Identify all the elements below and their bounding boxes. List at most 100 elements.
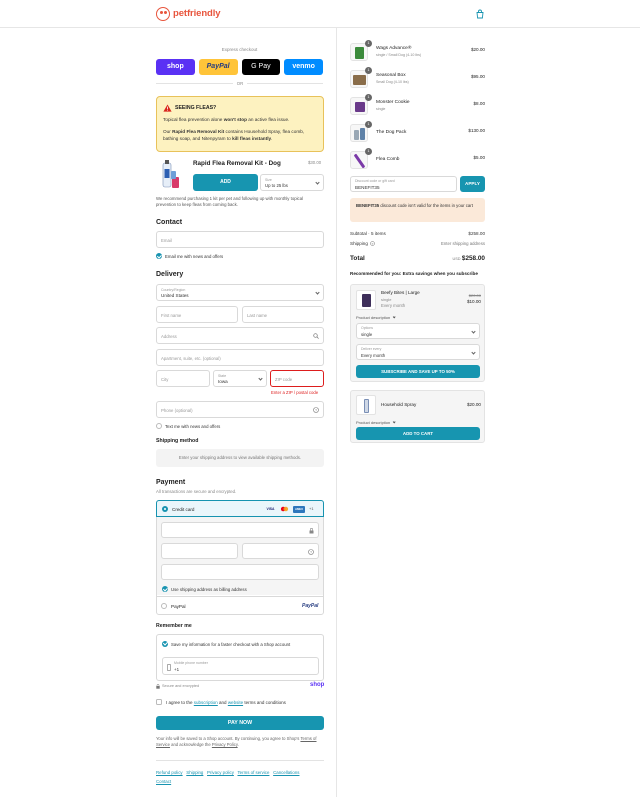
size-select[interactable]: Size Up to 25 lbs	[260, 174, 324, 191]
apply-discount-button[interactable]: APPLY	[460, 176, 485, 192]
radio-selected[interactable]	[162, 506, 168, 512]
brand-logo[interactable]: petfriendly	[156, 7, 221, 21]
discount-code-field[interactable]: Discount code or gift card BENEFIT35	[350, 176, 457, 192]
item-name: Seasonal Box	[376, 73, 406, 78]
venmo-button[interactable]: venmo	[284, 59, 323, 75]
terms-of-service-link[interactable]: Terms of service	[237, 770, 269, 775]
product-description-toggle[interactable]: Product description	[356, 420, 397, 425]
shop-privacy-link[interactable]: Privacy Policy	[212, 742, 238, 747]
rec-product-image	[356, 395, 376, 415]
terms-checkbox[interactable]	[156, 699, 162, 705]
total-value: USD $258.00	[452, 255, 485, 262]
subscribe-and-save-button[interactable]: SUBSCRIBE AND SAVE UP TO 50%	[356, 365, 480, 378]
remember-box: Save my information for a faster checkou…	[156, 634, 324, 681]
paw-logo-icon	[156, 7, 170, 21]
item-variant: single / Small Dog (4-10 lbs)	[376, 53, 422, 57]
email-news-checkbox[interactable]	[156, 253, 162, 259]
text-news-checkbox[interactable]	[156, 423, 162, 429]
item-name: Flea Comb	[376, 157, 400, 162]
address-field[interactable]: Address	[156, 327, 324, 344]
add-to-cart-button[interactable]: ADD TO CART	[356, 427, 480, 440]
product-description-toggle[interactable]: Product description	[356, 315, 397, 320]
website-terms-link[interactable]: website	[228, 700, 243, 705]
google-pay-button[interactable]: G Pay	[241, 59, 281, 75]
payment-heading: Payment	[156, 479, 186, 486]
country-select[interactable]: Country/Region United States	[156, 284, 324, 301]
save-info-checkbox[interactable]	[162, 640, 168, 647]
header: petfriendly	[0, 0, 640, 28]
item-price: $130.00	[468, 128, 485, 133]
rec-card-beefy-bites: Beefy Bites | Large single Every month $…	[350, 284, 485, 382]
rec-price: $20.00	[466, 402, 481, 407]
chevron-down-icon	[471, 329, 476, 334]
city-field[interactable]: City	[156, 370, 210, 387]
subtotal-label: Subtotal · 5 items	[350, 231, 386, 236]
deliver-every-select[interactable]: Deliver every Every month	[356, 344, 480, 360]
refund-policy-link[interactable]: Refund policy	[156, 770, 183, 775]
save-info-label: Save my information for a faster checkou…	[171, 641, 291, 647]
zip-field[interactable]: ZIP code	[270, 370, 324, 387]
help-icon[interactable]: ?	[313, 407, 319, 413]
radio-unselected[interactable]	[161, 603, 167, 609]
fine-print: Your info will be saved to a Shop accoun…	[156, 736, 317, 748]
flea-alert: SEEING FLEAS? Topical flea prevention al…	[156, 96, 324, 152]
chevron-down-icon	[258, 376, 263, 381]
security-code-field[interactable]: ?	[242, 543, 319, 559]
shipping-row-label: Shipping?	[350, 241, 375, 247]
lock-icon	[156, 684, 160, 689]
chevron-down-icon	[471, 350, 476, 355]
options-select[interactable]: Options single	[356, 323, 480, 339]
add-upsell-button[interactable]: ADD	[193, 174, 258, 191]
apartment-field[interactable]: Apartment, suite, etc. (optional)	[156, 349, 324, 366]
recommendations-heading: Recommended for you: Extra savings when …	[350, 271, 478, 276]
quantity-badge: 1	[365, 148, 372, 155]
credit-card-option[interactable]: Credit card VISA AMEX +1	[156, 500, 324, 517]
card-number-field[interactable]	[161, 522, 319, 538]
item-name: Wags Advance®	[376, 46, 412, 51]
expiry-field[interactable]	[161, 543, 238, 559]
or-separator: OR	[233, 81, 247, 87]
contact-link[interactable]: Contact	[156, 779, 171, 784]
quantity-badge: 1	[365, 121, 372, 128]
privacy-policy-link[interactable]: Privacy policy	[207, 770, 234, 775]
name-on-card-field[interactable]	[161, 564, 319, 580]
search-icon	[313, 333, 319, 339]
divider	[156, 760, 324, 761]
last-name-field[interactable]: Last name	[242, 306, 324, 323]
upsell-title: Rapid Flea Removal Kit - Dog	[193, 160, 281, 167]
email-field[interactable]: Email	[156, 231, 324, 248]
shop-pay-button[interactable]: shop	[156, 59, 195, 75]
card-fields-panel: ? Use shipping address as billing addres…	[157, 517, 323, 595]
rec-price: $10.00	[466, 299, 481, 304]
mobile-phone-field[interactable]: Mobile phone number +1	[162, 657, 319, 675]
alert-header: SEEING FLEAS?	[163, 104, 216, 112]
state-select[interactable]: State Iowa	[213, 370, 267, 387]
help-icon[interactable]: ?	[370, 241, 375, 246]
phone-icon	[167, 663, 171, 671]
warning-icon	[163, 104, 172, 112]
email-news-label: Email me with news and offers	[165, 254, 224, 259]
subscription-terms-link[interactable]: subscription	[194, 700, 218, 705]
upsell-note: We recommend purchasing 1 kit per pet an…	[156, 196, 304, 208]
help-icon[interactable]: ?	[308, 548, 314, 555]
billing-address-checkbox[interactable]	[162, 586, 168, 592]
svg-text:?: ?	[315, 409, 317, 413]
phone-field[interactable]: Phone (optional) ?	[156, 401, 324, 418]
amex-icon: AMEX	[293, 505, 305, 513]
item-price: $8.00	[473, 101, 486, 106]
subtotal-value: $258.00	[468, 231, 485, 236]
shipping-link[interactable]: Shipping	[186, 770, 203, 775]
alert-line-1: Topical flea prevention alone won't stop…	[163, 117, 290, 122]
bag-icon[interactable]	[475, 9, 485, 19]
pay-now-button[interactable]: PAY NOW	[156, 716, 324, 730]
cancellations-link[interactable]: Cancellations	[273, 770, 299, 775]
secure-encrypted-label: Secure and encrypted	[162, 684, 200, 688]
more-cards-badge: +1	[309, 506, 314, 511]
lock-icon	[309, 528, 314, 534]
item-price: $5.00	[473, 155, 486, 160]
paypal-button[interactable]: PayPal	[198, 59, 238, 75]
item-price: $20.00	[470, 47, 485, 52]
first-name-field[interactable]: First name	[156, 306, 238, 323]
paypal-option[interactable]: PayPal PayPal	[157, 596, 323, 614]
rec-product-variant: single	[381, 297, 392, 302]
